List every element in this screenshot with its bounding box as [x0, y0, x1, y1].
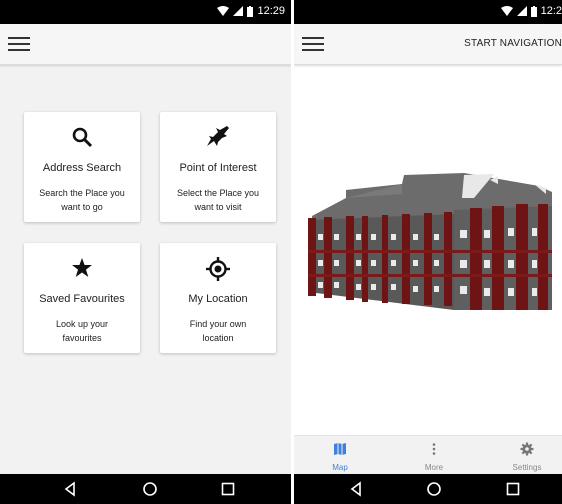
status-time: 12:2 [540, 5, 562, 17]
battery-icon [247, 5, 254, 17]
card-description: Find your own location [189, 319, 247, 343]
home-icon[interactable] [142, 481, 158, 497]
card-description: Look up your favourites [55, 319, 109, 343]
star-icon [72, 258, 92, 277]
battery-icon [530, 5, 537, 17]
start-navigation-button[interactable]: START NAVIGATION [464, 38, 562, 49]
saved-favourites-card[interactable]: Saved Favourites Look up your favourites [24, 243, 140, 353]
status-bar: 12:2 [294, 0, 562, 24]
status-time: 12:29 [257, 5, 285, 17]
wifi-icon [500, 6, 513, 16]
card-title: Address Search [42, 162, 122, 174]
nav-item-more[interactable]: More [404, 442, 464, 472]
system-nav-bar [294, 474, 562, 504]
wifi-icon [217, 6, 230, 16]
card-title: Point of Interest [179, 162, 257, 174]
bottom-navigation: Map More Settings [294, 435, 562, 475]
signal-icon [233, 6, 244, 16]
app-bar: START NAVIGATION [294, 24, 562, 65]
nav-item-map[interactable]: Map [310, 442, 370, 472]
system-nav-bar [0, 474, 291, 504]
card-title: Saved Favourites [39, 293, 125, 305]
more-vert-icon [432, 443, 436, 455]
map-screen: 12:2 START NAVIGATION Map More Settings [294, 0, 562, 504]
nav-label-settings: Settings [512, 463, 542, 472]
back-icon[interactable] [348, 481, 364, 497]
search-icon [72, 127, 93, 148]
map-icon [334, 443, 346, 455]
nav-label-map: Map [332, 463, 348, 472]
gear-icon [520, 442, 534, 456]
nav-item-settings[interactable]: Settings [497, 442, 557, 472]
point-of-interest-card[interactable]: Point of Interest Select the Place you wa… [160, 112, 276, 222]
status-bar: 12:29 [0, 0, 291, 24]
nav-label-more: More [424, 463, 444, 472]
back-icon[interactable] [62, 481, 78, 497]
recents-icon[interactable] [505, 481, 521, 497]
menu-icon[interactable] [302, 32, 328, 56]
location-target-icon [206, 257, 230, 281]
app-bar [0, 24, 291, 65]
menu-icon[interactable] [8, 32, 34, 56]
home-screen: 12:29 Address Search Search the Place yo… [0, 0, 291, 504]
signal-icon [516, 6, 527, 16]
card-description: Search the Place you want to go [39, 188, 125, 212]
address-search-card[interactable]: Address Search Search the Place you want … [24, 112, 140, 222]
home-icon[interactable] [426, 481, 442, 497]
recents-icon[interactable] [220, 481, 236, 497]
card-description: Select the Place you want to visit [176, 188, 260, 212]
card-title: My Location [188, 293, 248, 305]
airplane-icon [207, 126, 229, 146]
my-location-card[interactable]: My Location Find your own location [160, 243, 276, 353]
building-3d-model[interactable] [294, 170, 562, 320]
